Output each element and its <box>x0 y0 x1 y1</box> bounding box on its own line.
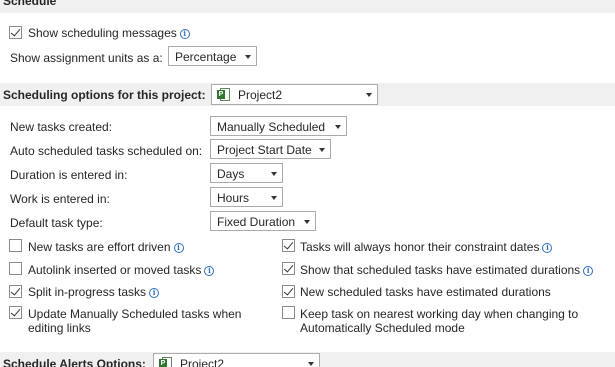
scheduling-options-title: Scheduling options for this project: <box>3 88 206 102</box>
honor-constraints-label: Tasks will always honor their constraint… <box>300 240 540 254</box>
honor-constraints-checkbox[interactable] <box>282 239 295 252</box>
split-in-progress-label: Split in-progress tasks <box>28 285 147 299</box>
work-value: Hours <box>217 191 250 205</box>
update-manually-label-line1: Update Manually Scheduled tasks when <box>28 307 242 321</box>
keep-working-day-label-line1: Keep task on nearest working day when ch… <box>300 307 579 321</box>
autolink-checkbox[interactable] <box>9 262 22 275</box>
work-dropdown[interactable]: Hours <box>210 187 283 207</box>
effort-driven-label: New tasks are effort driven <box>28 240 171 254</box>
info-icon: i <box>583 266 594 276</box>
chevron-down-icon <box>366 93 372 97</box>
assignment-units-dropdown[interactable]: Percentage <box>168 46 257 66</box>
duration-label: Duration is entered in: <box>10 168 128 182</box>
honor-constraints-row: Tasks will always honor their constraint… <box>300 240 553 254</box>
update-manually-checkbox[interactable] <box>9 306 22 319</box>
task-type-value: Fixed Duration <box>217 215 296 229</box>
task-type-dropdown[interactable]: Fixed Duration <box>210 211 316 231</box>
info-icon: i <box>542 243 553 253</box>
assignment-units-label: Show assignment units as a: <box>10 51 163 65</box>
new-estimated-label: New scheduled tasks have estimated durat… <box>300 285 551 299</box>
info-icon: i <box>173 243 184 253</box>
show-estimated-checkbox[interactable] <box>282 262 295 275</box>
split-in-progress-row: Split in-progress tasks i <box>28 285 160 299</box>
project-file-icon: P <box>217 88 230 101</box>
chevron-down-icon <box>335 125 341 129</box>
show-estimated-label: Show that scheduled tasks have estimated… <box>300 263 581 277</box>
info-icon: i <box>204 266 215 276</box>
auto-scheduled-dropdown[interactable]: Project Start Date <box>210 139 331 159</box>
assignment-units-value: Percentage <box>175 50 237 64</box>
info-icon: i <box>179 29 190 39</box>
duration-dropdown[interactable]: Days <box>210 163 283 183</box>
chevron-down-icon <box>271 196 277 200</box>
keep-working-day-label-line2: Automatically Scheduled mode <box>300 321 465 335</box>
effort-driven-row: New tasks are effort driven i <box>28 240 184 254</box>
chevron-down-icon <box>271 172 277 176</box>
scheduling-options-project-dropdown[interactable]: P Project2 <box>211 84 378 105</box>
show-estimated-row: Show that scheduled tasks have estimated… <box>300 263 594 277</box>
show-scheduling-messages-label: Show scheduling messages <box>28 26 177 40</box>
work-label: Work is entered in: <box>10 192 110 206</box>
show-scheduling-messages-row: Show scheduling messages i <box>28 26 190 40</box>
autolink-label: Autolink inserted or moved tasks <box>28 263 202 277</box>
info-icon: i <box>149 288 160 298</box>
duration-value: Days <box>217 167 245 181</box>
chevron-down-icon <box>308 362 314 366</box>
autolink-row: Autolink inserted or moved tasks i <box>28 263 215 277</box>
chevron-down-icon <box>245 55 251 59</box>
schedule-alerts-title: Schedule Alerts Options: <box>3 357 146 367</box>
keep-working-day-checkbox[interactable] <box>282 306 295 319</box>
effort-driven-checkbox[interactable] <box>9 239 22 252</box>
show-scheduling-messages-checkbox[interactable] <box>9 26 22 39</box>
update-manually-label-line2: editing links <box>28 321 91 335</box>
schedule-alerts-project-dropdown[interactable]: P Project2 <box>153 353 320 367</box>
auto-scheduled-label: Auto scheduled tasks scheduled on: <box>10 144 203 158</box>
project-file-icon: P <box>159 357 172 367</box>
scheduling-options-project-value: Project2 <box>238 88 283 102</box>
update-manually-label: Update Manually Scheduled tasks when edi… <box>28 307 241 335</box>
keep-working-day-label: Keep task on nearest working day when ch… <box>300 307 578 335</box>
chevron-down-icon <box>319 148 325 152</box>
schedule-section-header: Schedule <box>0 0 615 13</box>
new-tasks-value: Manually Scheduled <box>217 120 326 134</box>
new-estimated-checkbox[interactable] <box>282 285 295 298</box>
chevron-down-icon <box>304 220 310 224</box>
schedule-alerts-project-value: Project2 <box>180 357 225 367</box>
auto-scheduled-value: Project Start Date <box>217 143 312 157</box>
new-tasks-dropdown[interactable]: Manually Scheduled <box>210 116 347 136</box>
task-type-label: Default task type: <box>10 216 103 230</box>
schedule-section-title: Schedule <box>3 0 57 8</box>
new-tasks-label: New tasks created: <box>10 120 113 134</box>
split-in-progress-checkbox[interactable] <box>9 285 22 298</box>
